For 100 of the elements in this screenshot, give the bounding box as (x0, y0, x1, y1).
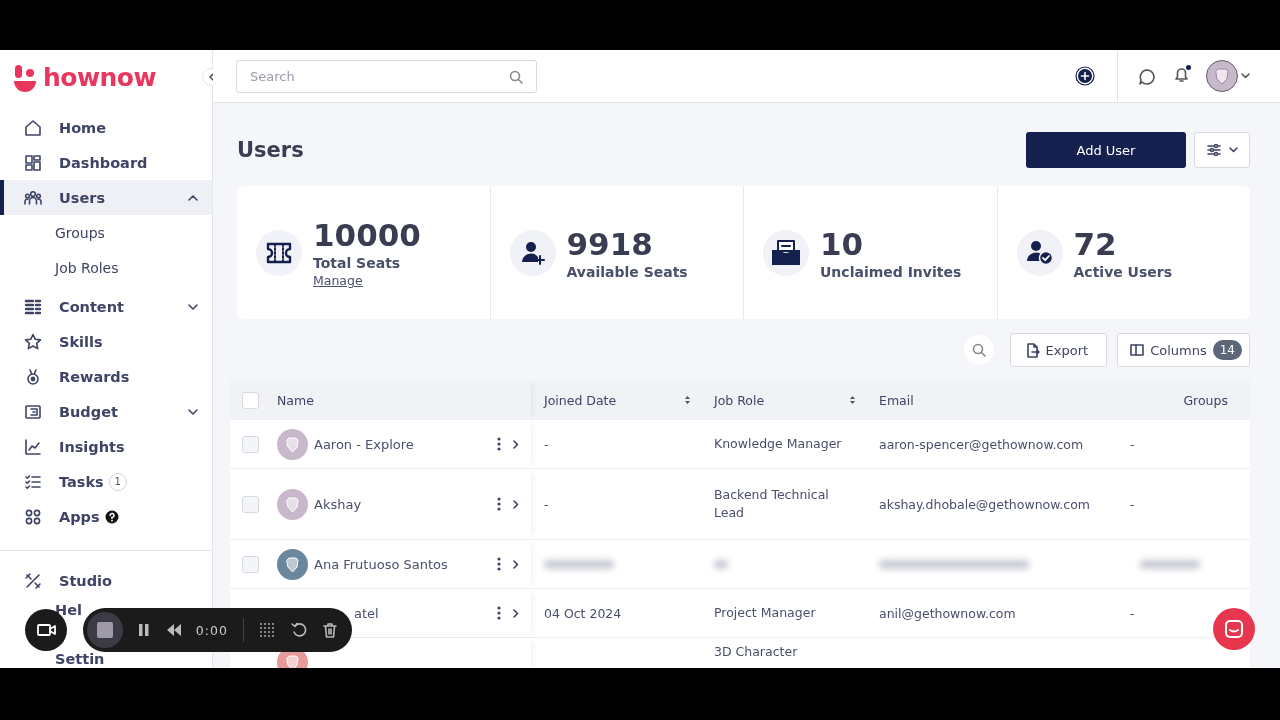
sort-icon (684, 395, 691, 405)
chat-icon (1224, 619, 1244, 639)
sidebar-item[interactable]: Budget (0, 394, 212, 429)
row-checkbox[interactable] (242, 435, 259, 453)
search-field[interactable]: Search (236, 59, 537, 93)
camera-icon (36, 622, 56, 638)
plus-icon (1075, 66, 1095, 86)
stat-value: 72 (1073, 225, 1118, 262)
column-header[interactable]: Name (277, 392, 531, 408)
email-address: akshay.dhobale@gethownow.com (879, 496, 1090, 512)
sidebar-item[interactable]: Tasks 1 (0, 464, 212, 499)
stat-value: 10000 (313, 217, 421, 253)
undo-icon (290, 622, 307, 638)
grid-icon (23, 152, 43, 173)
job-role: Project Manager (714, 604, 816, 622)
search-icon (509, 69, 523, 84)
home-icon (23, 117, 43, 138)
user-name[interactable]: atel (354, 605, 491, 621)
page-title: Users (237, 138, 305, 162)
groups-cell: - (1130, 496, 1135, 512)
more-icon (497, 606, 501, 620)
more-icon (497, 557, 501, 571)
column-header[interactable]: Email (879, 392, 1117, 408)
email-address: aaron-spencer@gethownow.com (879, 436, 1084, 452)
search-button[interactable] (963, 335, 994, 365)
sidebar-item[interactable]: Dashboard (0, 145, 212, 180)
ticket-icon (255, 228, 303, 277)
sidebar-item[interactable]: Users (0, 180, 212, 215)
star-icon (23, 331, 43, 352)
avatar-icon (277, 428, 308, 460)
joined-date: - (544, 496, 549, 512)
dots-grid-icon (259, 622, 276, 638)
joined-date: - (544, 436, 549, 452)
chart-icon (23, 436, 43, 457)
groups-cell: - (1130, 436, 1135, 452)
stat-label: Available Seats (566, 263, 688, 280)
pause-icon (138, 623, 151, 637)
stat-label: Unclaimed Invites (820, 263, 962, 280)
timer: 0:00 (195, 622, 228, 638)
caret-icon (1228, 147, 1238, 153)
sidebar-item[interactable]: Studio (0, 562, 212, 600)
select-all-checkbox[interactable] (242, 391, 259, 409)
rewind-icon (165, 623, 181, 637)
stat-label: Total Seats (313, 255, 402, 271)
sidebar-item[interactable]: Hel (55, 602, 82, 618)
avatar-icon (277, 548, 308, 580)
user-name[interactable]: Ana Frutuoso Santos (314, 556, 491, 572)
chevron-left-icon (206, 72, 216, 82)
search-icon (971, 343, 986, 357)
more-icon (497, 437, 501, 451)
more-icon (497, 497, 501, 511)
chevron-down-icon (188, 407, 198, 416)
job-role: Backend Technical Lead (714, 486, 830, 522)
caret-icon (1241, 73, 1250, 79)
count-badge: 14 (1212, 340, 1242, 360)
stat-value: 9918 (566, 225, 654, 262)
settings-dropdown-button[interactable] (1194, 132, 1250, 168)
stat-label: Active Users (1073, 263, 1173, 280)
row-checkbox[interactable] (242, 495, 259, 513)
sidebar-item[interactable]: Content (0, 289, 212, 324)
row-checkbox[interactable] (242, 555, 259, 573)
chevron-down-icon (188, 302, 198, 311)
sidebar-item[interactable]: Insights (0, 429, 212, 464)
chevron-right-icon (513, 439, 519, 449)
column-header[interactable]: Groups (1183, 392, 1228, 408)
column-header[interactable]: Job Role (714, 392, 856, 408)
inbox-icon (762, 228, 810, 277)
stat-value: 10 (820, 225, 865, 262)
avatar-icon (1206, 60, 1238, 92)
sidebar-subitem[interactable]: Job Roles (0, 250, 212, 285)
chevron-right-icon (513, 559, 519, 569)
chat-icon (1138, 67, 1155, 85)
sidebar-item[interactable]: Home (0, 110, 212, 145)
sidebar-item[interactable]: Apps (0, 499, 212, 534)
sidebar-subitem[interactable]: Groups (0, 215, 212, 250)
chevron-right-icon (513, 608, 519, 618)
sort-icon (849, 395, 856, 405)
export-button[interactable]: Export (1009, 333, 1108, 367)
job-role: 3D Character (714, 643, 798, 661)
joined-date: 04 Oct 2024 (544, 605, 622, 621)
sidebar-item[interactable]: Skills (0, 324, 212, 359)
add-user-button[interactable]: Add User (1026, 132, 1186, 168)
file-export-icon (1024, 342, 1040, 358)
blurred-text (1140, 559, 1200, 569)
groups-cell: - (1130, 605, 1135, 621)
sidebar-item[interactable]: Settin (55, 651, 105, 667)
chevron-right-icon (513, 499, 519, 509)
columns-button[interactable]: Columns 14 (1117, 333, 1250, 367)
sidebar-item[interactable]: Rewards (0, 359, 212, 394)
user-name[interactable]: Akshay (314, 496, 491, 512)
manage-link[interactable]: Manage (313, 273, 421, 288)
stop-button[interactable] (87, 612, 123, 648)
avatar-icon (277, 488, 308, 520)
user-check-icon (1015, 228, 1064, 277)
brand-name: hownow (43, 63, 157, 92)
columns-icon (1130, 343, 1145, 357)
user-name[interactable]: Aaron - Explore (314, 436, 491, 452)
user-plus-icon (508, 228, 557, 277)
job-role: Knowledge Manager (714, 435, 842, 453)
column-header[interactable]: Joined Date (544, 392, 691, 408)
